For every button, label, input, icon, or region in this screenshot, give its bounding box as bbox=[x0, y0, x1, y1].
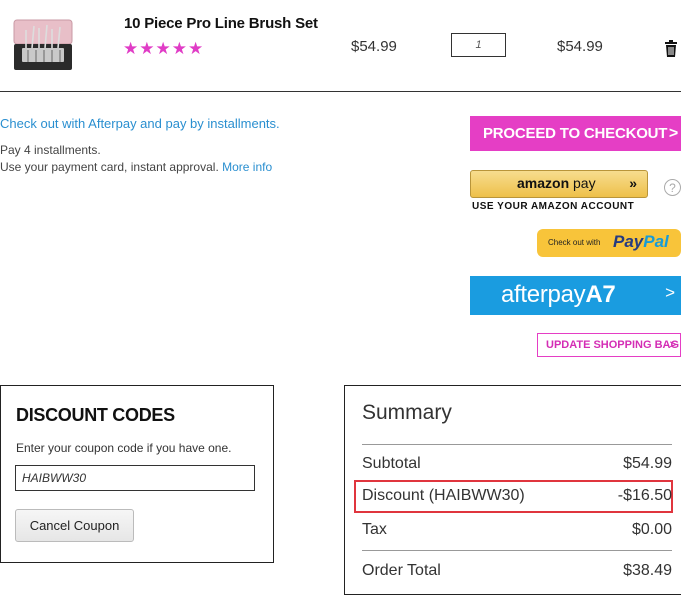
paypal-pal: Pal bbox=[643, 232, 669, 251]
afterpay-mark: A7 bbox=[585, 281, 616, 308]
update-shopping-bag-button[interactable]: UPDATE SHOPPING BAG > bbox=[537, 333, 681, 357]
order-total-value: $38.49 bbox=[623, 562, 672, 579]
quantity-input[interactable] bbox=[451, 33, 506, 57]
afterpay-logo: afterpayA7 bbox=[501, 281, 616, 309]
coupon-input[interactable] bbox=[15, 465, 255, 491]
subtotal-label: Subtotal bbox=[362, 455, 421, 472]
proceed-label: PROCEED TO CHECKOUT bbox=[483, 125, 668, 142]
unit-price: $54.99 bbox=[351, 38, 397, 55]
rating-stars: ★★★★★ bbox=[123, 39, 205, 58]
paypal-button[interactable]: Check out with PayPal bbox=[537, 229, 681, 257]
paypal-small-text: Check out with bbox=[548, 238, 601, 247]
proceed-to-checkout-button[interactable]: PROCEED TO CHECKOUT > bbox=[470, 116, 681, 151]
tax-label: Tax bbox=[362, 521, 387, 538]
product-name[interactable]: 10 Piece Pro Line Brush Set bbox=[124, 15, 318, 32]
afterpay-heading: Check out with Afterpay and pay by insta… bbox=[0, 116, 280, 131]
paypal-logo: PayPal bbox=[613, 232, 669, 252]
divider bbox=[362, 444, 672, 445]
chevron-right-icon: > bbox=[665, 283, 675, 302]
trash-icon[interactable] bbox=[664, 40, 678, 57]
afterpay-line2: Use your payment card, instant approval.… bbox=[0, 160, 272, 174]
pay-word: pay bbox=[569, 175, 596, 191]
discount-title: DISCOUNT CODES bbox=[16, 405, 175, 425]
paypal-pay: Pay bbox=[613, 232, 644, 251]
coupon-label: Enter your coupon code if you have one. bbox=[16, 441, 232, 455]
discount-label: Discount (HAIBWW30) bbox=[362, 487, 525, 504]
help-icon[interactable]: ? bbox=[664, 179, 681, 196]
subtotal-row: Subtotal $54.99 bbox=[362, 455, 672, 473]
afterpay-line2-text: Use your payment card, instant approval. bbox=[0, 160, 219, 174]
discount-row: Discount (HAIBWW30) -$16.50 bbox=[362, 487, 672, 505]
update-bag-label: UPDATE SHOPPING BAG bbox=[546, 339, 680, 351]
discount-value: -$16.50 bbox=[617, 487, 672, 504]
afterpay-line1: Pay 4 installments. bbox=[0, 143, 101, 157]
amazon-word: amazon bbox=[517, 175, 570, 191]
divider bbox=[362, 550, 672, 551]
subtotal-value: $54.99 bbox=[623, 455, 672, 472]
divider bbox=[0, 91, 681, 92]
product-thumbnail[interactable] bbox=[12, 14, 74, 74]
afterpay-button[interactable]: afterpayA7 > bbox=[470, 276, 681, 315]
tax-value: $0.00 bbox=[631, 521, 672, 538]
summary-title: Summary bbox=[362, 401, 452, 424]
amazon-pay-logo: amazon pay bbox=[517, 175, 596, 191]
double-chevron-icon: » bbox=[629, 175, 637, 191]
order-total-row: Order Total $38.49 bbox=[362, 562, 672, 580]
more-info-link[interactable]: More info bbox=[222, 160, 272, 174]
afterpay-word: afterpay bbox=[501, 281, 586, 308]
amazon-subtext: USE YOUR AMAZON ACCOUNT bbox=[472, 201, 635, 211]
chevron-right-icon: > bbox=[668, 125, 678, 142]
chevron-right-icon: > bbox=[669, 339, 676, 351]
order-total-label: Order Total bbox=[362, 562, 441, 579]
amazon-pay-button[interactable]: amazon pay » bbox=[470, 170, 648, 198]
cancel-coupon-button[interactable]: Cancel Coupon bbox=[15, 509, 134, 542]
line-total: $54.99 bbox=[557, 38, 603, 55]
tax-row: Tax $0.00 bbox=[362, 521, 672, 539]
